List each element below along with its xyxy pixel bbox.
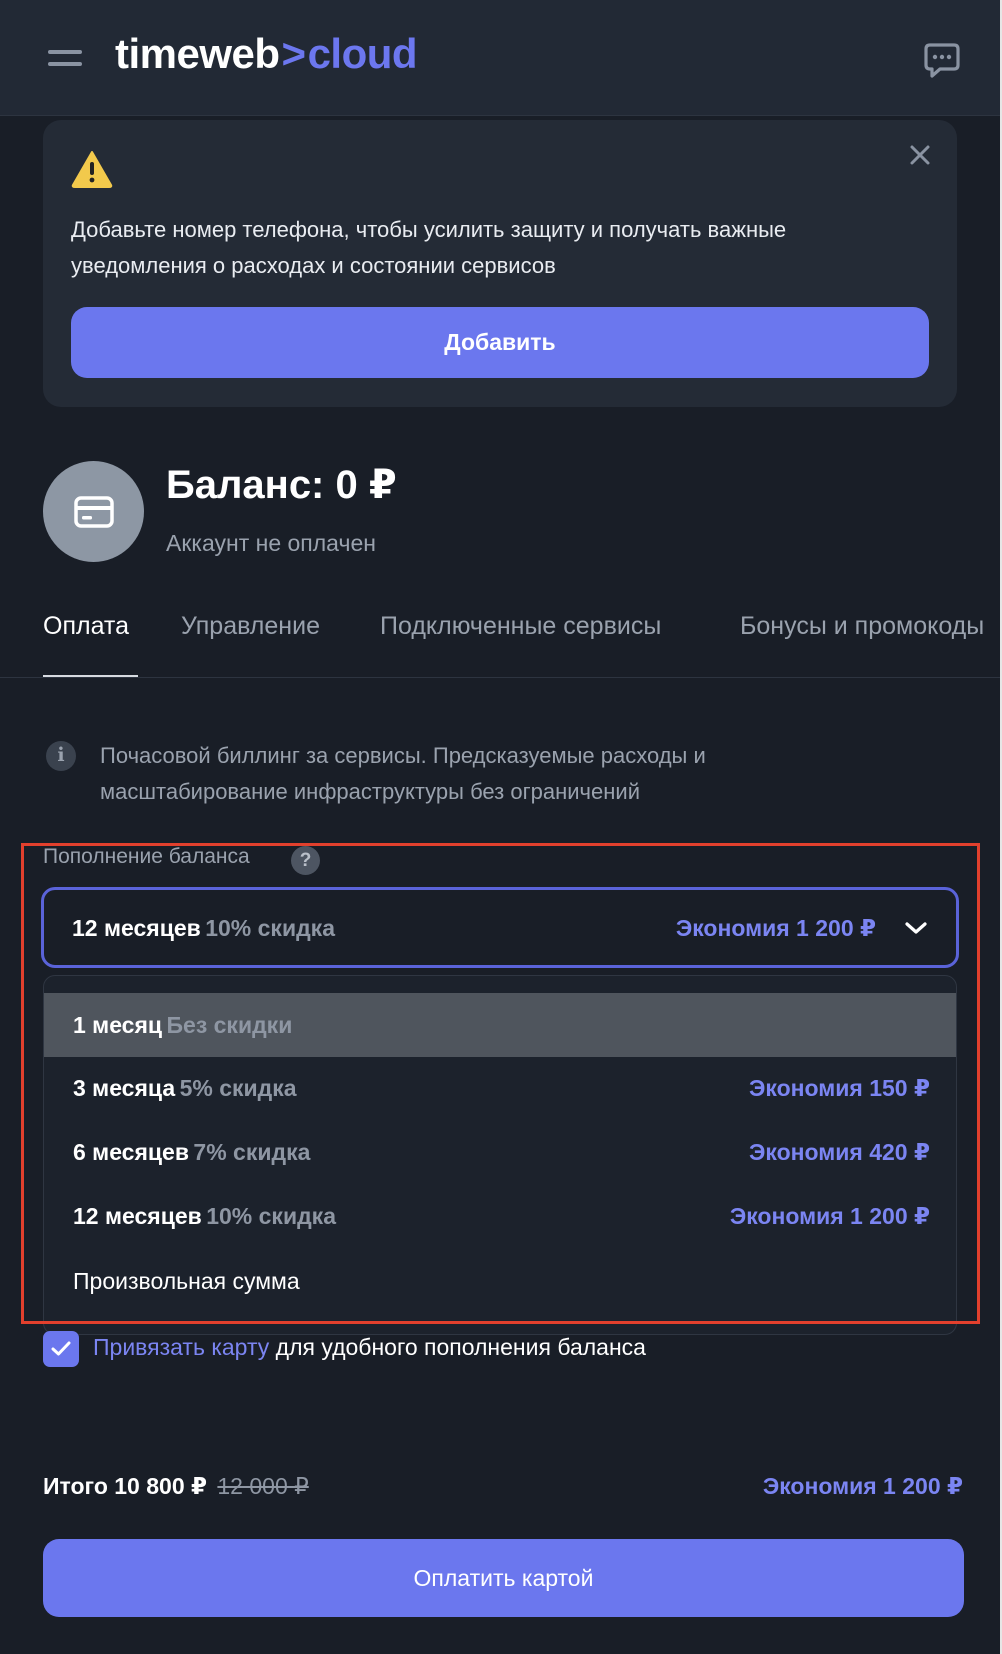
balance-avatar [43,461,144,562]
selected-period: 12 месяцев [72,915,201,941]
option-discount: 5% скидка [179,1075,297,1101]
logo-cloud: cloud [307,30,418,77]
chevron-down-icon [905,922,927,934]
total-saving: Экономия 1 200 ₽ [762,1473,963,1499]
chat-bubble-icon[interactable] [922,40,962,80]
logo-chevron: > [281,30,307,77]
option-saving: Экономия 1 200 ₽ [729,1203,930,1229]
balance-status: Аккаунт не оплачен [166,530,376,556]
active-tab-indicator [43,675,138,677]
credit-card-icon [74,496,114,528]
info-icon: i [46,741,76,771]
total-label: Итого 10 800 ₽ [43,1473,207,1499]
warning-icon [71,151,113,188]
billing-tabs: Оплата Управление Подключенные сервисы Б… [0,600,1000,678]
option-saving: Экономия 150 ₽ [749,1075,930,1101]
phone-alert-card: Добавьте номер телефона, чтобы усилить з… [43,120,957,407]
dropdown-option-1-month[interactable]: 1 месяц Без скидки [44,993,956,1057]
option-period: 1 месяц [73,1012,163,1038]
billing-info-text: Почасовой биллинг за сервисы. Предсказуе… [100,743,706,804]
hamburger-menu-icon[interactable] [48,48,82,70]
topup-period-select[interactable]: 12 месяцев 10% скидка Экономия 1 200 ₽ [41,887,959,968]
selected-option: 12 месяцев 10% скидка [72,915,335,942]
option-saving: Экономия 420 ₽ [749,1139,930,1165]
selected-saving: Экономия 1 200 ₽ [675,915,876,941]
dropdown-option-custom-amount[interactable]: Произвольная сумма [44,1249,956,1313]
selected-discount: 10% скидка [205,915,335,941]
option-discount: Без скидки [166,1012,293,1038]
tab-bonuses[interactable]: Бонусы и промокоды [740,612,984,641]
topup-period-dropdown: 1 месяц Без скидки 3 месяца 5% скидка Эк… [43,975,957,1335]
option-period: Произвольная сумма [73,1268,300,1294]
option-discount: 10% скидка [206,1203,336,1229]
logo[interactable]: timeweb>cloud [115,30,418,78]
option-period: 3 месяца [73,1075,176,1101]
dropdown-option-6-months[interactable]: 6 месяцев 7% скидка Экономия 420 ₽ [44,1120,956,1184]
top-header: timeweb>cloud [0,0,1000,116]
dropdown-option-3-months[interactable]: 3 месяца 5% скидка Экономия 150 ₽ [44,1056,956,1120]
tab-connected-services[interactable]: Подключенные сервисы [380,612,661,641]
dropdown-option-12-months[interactable]: 12 месяцев 10% скидка Экономия 1 200 ₽ [44,1184,956,1248]
tab-payment[interactable]: Оплата [43,612,129,641]
bind-card-rest: для удобного пополнения баланса [269,1334,646,1360]
help-icon[interactable]: ? [291,846,320,875]
tab-management[interactable]: Управление [181,612,320,641]
add-phone-button[interactable]: Добавить [71,307,929,378]
balance-title: Баланс: 0 ₽ [166,463,397,507]
logo-word: timeweb [115,30,280,77]
topup-label: Пополнение баланса [43,845,250,868]
option-period: 12 месяцев [73,1203,202,1229]
option-discount: 7% скидка [193,1139,311,1165]
alert-message: Добавьте номер телефона, чтобы усилить з… [71,217,787,278]
checkmark-icon [51,1341,71,1356]
bind-card-checkbox[interactable] [43,1331,79,1367]
bind-card-link[interactable]: Привязать карту [93,1334,269,1360]
page: timeweb>cloud Добавьте номер телефона, ч… [0,0,1002,1654]
option-period: 6 месяцев [73,1139,189,1165]
close-icon[interactable] [907,142,933,168]
total-old-price: 12 000 ₽ [217,1473,309,1499]
total-amount: Итого 10 800 ₽ 12 000 ₽ [43,1473,309,1500]
pay-by-card-button[interactable]: Оплатить картой [43,1539,964,1617]
bind-card-label: Привязать карту для удобного пополнения … [93,1334,646,1361]
